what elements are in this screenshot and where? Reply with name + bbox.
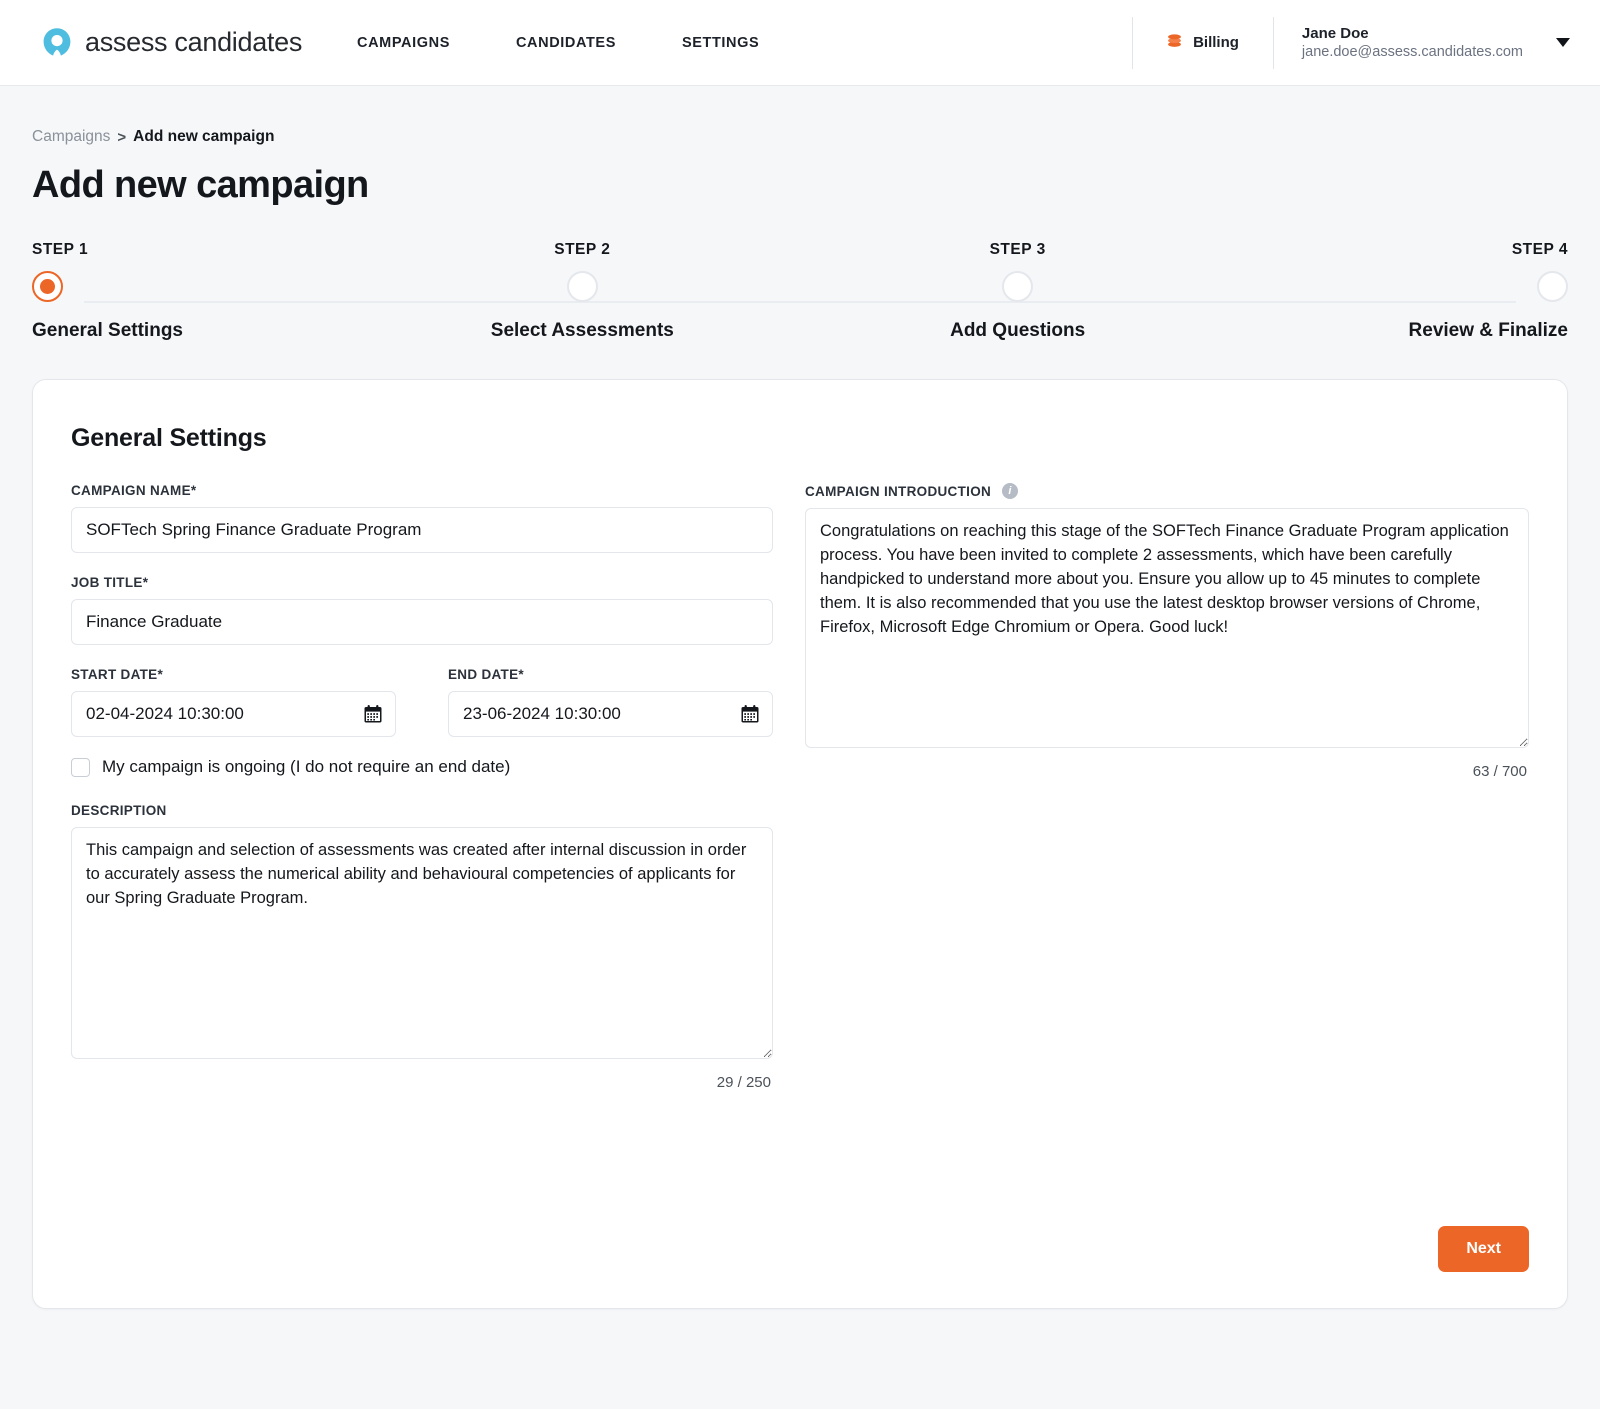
nav-item-candidates[interactable]: CANDIDATES <box>516 25 616 61</box>
user-menu[interactable]: Jane Doe jane.doe@assess.candidates.com <box>1272 16 1576 69</box>
description-counter: 29 / 250 <box>716 1074 771 1091</box>
campaign-name-input[interactable] <box>71 507 773 553</box>
account-area: Billing Jane Doe jane.doe@assess.candida… <box>1132 16 1576 69</box>
nav-item-campaigns[interactable]: CAMPAIGNS <box>357 25 450 61</box>
campaign-introduction-field: CAMPAIGN INTRODUCTION i 63 / 700 <box>805 483 1529 780</box>
end-date-input[interactable] <box>448 691 773 737</box>
breadcrumb-current: Add new campaign <box>133 128 275 145</box>
top-navigation-bar: assess candidates CAMPAIGNS CANDIDATES S… <box>0 0 1600 86</box>
step-3-add-questions[interactable]: STEP 3 Add Questions <box>903 241 1133 342</box>
start-date-input[interactable] <box>71 691 396 737</box>
form-right-column: CAMPAIGN INTRODUCTION i 63 / 700 <box>805 483 1529 1091</box>
teardrop-pin-icon <box>40 26 74 60</box>
info-icon[interactable]: i <box>1002 483 1019 499</box>
campaign-introduction-textarea[interactable] <box>805 508 1529 748</box>
user-name: Jane Doe <box>1301 24 1369 42</box>
main-nav: CAMPAIGNS CANDIDATES SETTINGS <box>357 25 759 61</box>
general-settings-card: General Settings CAMPAIGN NAME* JOB TITL… <box>32 379 1568 1309</box>
page-content: Campaigns > Add new campaign Add new cam… <box>0 128 1600 1309</box>
coins-stack-icon <box>1165 31 1184 55</box>
campaign-introduction-label-text: CAMPAIGN INTRODUCTION <box>805 483 992 499</box>
step-1-number: STEP 1 <box>32 241 89 258</box>
ongoing-campaign-row[interactable]: My campaign is ongoing (I do not require… <box>71 757 773 777</box>
card-footer: Next <box>1438 1226 1529 1272</box>
step-3-dot[interactable] <box>1002 271 1034 302</box>
calendar-icon[interactable] <box>740 704 760 724</box>
start-date-field: START DATE* <box>71 667 396 737</box>
job-title-field: JOB TITLE* <box>71 575 773 645</box>
campaign-introduction-label: CAMPAIGN INTRODUCTION i <box>805 483 1529 499</box>
ongoing-campaign-checkbox[interactable] <box>71 757 90 777</box>
breadcrumb: Campaigns > Add new campaign <box>32 128 1568 146</box>
card-title: General Settings <box>71 424 267 452</box>
breadcrumb-separator: > <box>117 128 127 146</box>
description-label: DESCRIPTION <box>71 803 167 818</box>
date-fields-row: START DATE* 02-04-2024 10:30:00 END DATE… <box>71 667 773 737</box>
step-4-label: Review & Finalize <box>1408 320 1568 341</box>
nav-item-settings[interactable]: SETTINGS <box>682 25 759 61</box>
step-4-number: STEP 4 <box>1511 241 1568 258</box>
step-3-label: Add Questions <box>950 320 1086 341</box>
user-info: Jane Doe jane.doe@assess.candidates.com <box>1302 26 1523 60</box>
brand-logo[interactable]: assess candidates <box>40 26 302 60</box>
billing-button[interactable]: Billing <box>1132 16 1273 69</box>
form-left-column: CAMPAIGN NAME* JOB TITLE* START DATE* <box>71 483 773 1091</box>
description-textarea[interactable] <box>71 827 773 1059</box>
brand-name: assess candidates <box>85 27 303 57</box>
step-4-review-finalize[interactable]: STEP 4 Review & Finalize <box>1338 241 1568 342</box>
page-title: Add new campaign <box>32 164 369 206</box>
end-date-field: END DATE* <box>448 667 773 737</box>
campaign-stepper: STEP 1 General Settings STEP 2 Select As… <box>32 241 1568 353</box>
step-1-general-settings[interactable]: STEP 1 General Settings <box>32 241 262 342</box>
campaign-name-field: CAMPAIGN NAME* <box>71 483 773 553</box>
chevron-down-icon[interactable] <box>1556 38 1570 47</box>
start-date-label: START DATE* <box>71 667 164 682</box>
breadcrumb-campaigns[interactable]: Campaigns <box>32 128 110 146</box>
billing-label: Billing <box>1193 34 1239 51</box>
step-1-label: General Settings <box>32 320 183 341</box>
campaign-name-label: CAMPAIGN NAME* <box>71 483 197 498</box>
step-2-select-assessments[interactable]: STEP 2 Select Assessments <box>467 241 697 342</box>
step-1-dot[interactable] <box>32 271 63 302</box>
job-title-input[interactable] <box>71 599 773 645</box>
step-2-label: Select Assessments <box>490 320 674 341</box>
next-button[interactable]: Next <box>1438 1226 1529 1272</box>
step-4-dot[interactable] <box>1536 271 1568 302</box>
campaign-introduction-counter: 63 / 700 <box>1472 763 1527 780</box>
description-field: DESCRIPTION 29 / 250 <box>71 803 773 1091</box>
job-title-label: JOB TITLE* <box>71 575 149 590</box>
ongoing-campaign-label[interactable]: My campaign is ongoing (I do not require… <box>102 757 510 777</box>
step-2-dot[interactable] <box>566 271 598 302</box>
calendar-icon[interactable] <box>363 704 383 724</box>
step-3-number: STEP 3 <box>989 241 1046 258</box>
user-email: jane.doe@assess.candidates.com <box>1301 43 1523 60</box>
end-date-label: END DATE* <box>448 667 524 682</box>
step-2-number: STEP 2 <box>554 241 611 258</box>
